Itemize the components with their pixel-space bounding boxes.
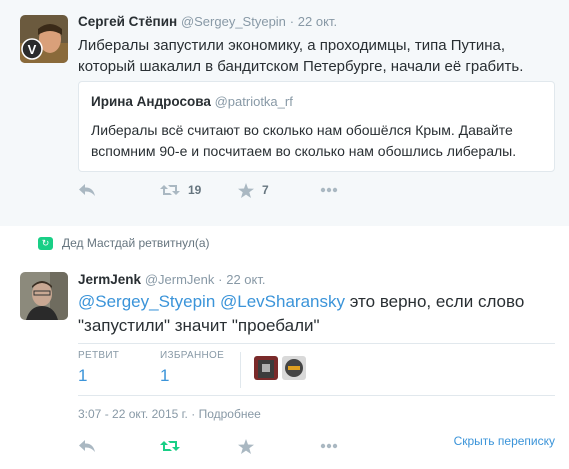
tweet-header: Сергей Стёпин @Sergey_Styepin · 22 окт. [78, 14, 337, 29]
reply-button[interactable] [78, 180, 96, 200]
tweet-actions: 19 7 [78, 180, 378, 200]
reply-icon [79, 440, 95, 452]
more-button[interactable] [320, 436, 338, 456]
details-link[interactable]: Подробнее [199, 407, 261, 421]
tweet-sergey[interactable]: V Сергей Стёпин @Sergey_Styepin · 22 окт… [0, 0, 569, 226]
retweet-icon [160, 185, 180, 195]
favorites-label[interactable]: ИЗБРАННОЕ [160, 350, 224, 361]
hide-conversation-link[interactable]: Скрыть переписку [454, 434, 555, 448]
tweet-timestamp: 3:07 - 22 окт. 2015 г. · Подробнее [78, 407, 261, 421]
quoted-author-handle: @patriotka_rf [214, 94, 293, 109]
retweets-label[interactable]: РЕТВИТ [78, 350, 119, 361]
separator-dot: · [218, 272, 223, 287]
quoted-tweet-header: Ирина Андросова @patriotka_rf [91, 94, 293, 109]
more-button[interactable] [320, 180, 338, 200]
quoted-tweet[interactable]: Ирина Андросова @patriotka_rf Либералы в… [78, 81, 555, 172]
reply-icon [79, 184, 95, 196]
retweet-count: 19 [188, 183, 202, 197]
star-icon [238, 438, 254, 454]
favorite-count: 7 [262, 183, 269, 197]
favoriter-avatar[interactable] [254, 356, 278, 380]
tweet-text-part: это верно, если слово [345, 292, 525, 311]
quoted-author-name: Ирина Андросова [91, 94, 211, 109]
tweet-text: Либералы запустили экономику, а проходим… [78, 37, 524, 75]
avatar-jermjenk[interactable] [20, 272, 68, 320]
retweet-badge-icon: ↻ [38, 236, 53, 250]
quoted-tweet-text: Либералы всё считают во сколько нам обош… [91, 122, 517, 159]
favorites-value[interactable]: 1 [160, 366, 169, 386]
author-handle[interactable]: @JermJenk [145, 272, 215, 287]
tweet-header: JermJenk @JermJenk · 22 окт. [78, 272, 266, 287]
favorite-button[interactable]: 7 [238, 180, 269, 200]
retweet-button[interactable] [160, 436, 180, 456]
favorite-button[interactable] [238, 436, 254, 456]
mention-link[interactable]: @Sergey_Styepin [78, 292, 215, 311]
divider [78, 343, 555, 344]
more-icon [320, 187, 338, 193]
favoriter-avatar[interactable] [282, 356, 306, 380]
tweet-time[interactable]: 22 окт. [226, 272, 265, 287]
separator-dot: · [289, 14, 295, 29]
reply-button[interactable] [78, 436, 96, 456]
more-icon [320, 443, 338, 449]
author-name[interactable]: Сергей Стёпин [78, 14, 177, 29]
star-icon [238, 182, 254, 198]
retweet-notice-text[interactable]: Дед Мастдай ретвитнул(а) [62, 236, 210, 250]
author-handle[interactable]: @Sergey_Styepin [181, 14, 286, 29]
retweet-notice: ↻ Дед Мастдай ретвитнул(а) [38, 236, 210, 250]
author-name[interactable]: JermJenk [78, 272, 141, 287]
tweet-actions [78, 436, 378, 456]
tweet-text: @Sergey_Styepin @LevSharansky это верно,… [78, 290, 538, 338]
tweet-text-part: "запустили" значит "проебали" [78, 316, 320, 335]
retweets-value[interactable]: 1 [78, 366, 87, 386]
svg-text:V: V [28, 42, 37, 57]
retweet-icon [160, 441, 180, 451]
tweet-time[interactable]: 22 окт. [298, 14, 337, 29]
separator-dot: · [191, 407, 196, 421]
timestamp-text: 3:07 - 22 окт. 2015 г. [78, 407, 188, 421]
stats-divider [240, 352, 241, 388]
retweet-button[interactable]: 19 [160, 180, 201, 200]
mention-link[interactable]: @LevSharansky [220, 292, 345, 311]
avatar-sergey[interactable]: V [20, 15, 68, 63]
divider [78, 395, 555, 396]
